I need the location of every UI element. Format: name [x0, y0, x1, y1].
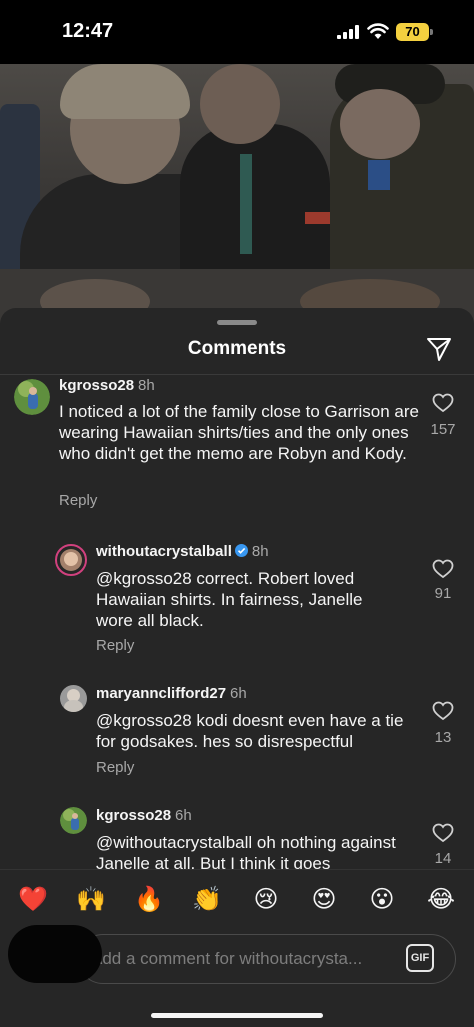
wifi-icon	[367, 23, 389, 39]
emoji-red-heart[interactable]: ❤️	[17, 884, 49, 914]
avatar[interactable]	[55, 544, 87, 576]
comment-header: withoutacrystalball 8h	[96, 543, 269, 560]
heart-icon[interactable]	[432, 559, 454, 579]
comment-username[interactable]: kgrosso28	[59, 377, 134, 394]
comment-text: I noticed a lot of the family close to G…	[59, 402, 420, 463]
comment-time: 8h	[138, 377, 155, 394]
comment-text: @withoutacrystalball oh nothing against …	[96, 833, 396, 869]
status-bar: 12:47 70	[0, 0, 474, 64]
comment-username[interactable]: withoutacrystalball	[96, 543, 232, 560]
emoji-surprised[interactable]: 😮	[366, 884, 398, 914]
comment-header: kgrosso28 6h	[96, 807, 192, 824]
reply-button[interactable]: Reply	[96, 637, 134, 654]
my-avatar[interactable]	[8, 925, 102, 983]
battery-level: 70	[396, 23, 429, 41]
screen: 12:47 70 Comments kgrosso28 8h I noticed…	[0, 0, 474, 1027]
emoji-fire[interactable]: 🔥	[133, 884, 165, 914]
like-count: 157	[430, 421, 456, 438]
comment-text: @kgrosso28 kodi doesnt even have a tie f…	[96, 711, 404, 751]
home-indicator[interactable]	[151, 1013, 323, 1018]
avatar[interactable]	[60, 685, 87, 712]
like-count: 91	[434, 585, 452, 602]
comment-time: 6h	[230, 685, 247, 702]
comment-username[interactable]: kgrosso28	[96, 807, 171, 824]
heart-icon[interactable]	[432, 393, 454, 413]
comments-list[interactable]: kgrosso28 8h I noticed a lot of the famil…	[0, 375, 474, 869]
comment-time: 8h	[251, 543, 269, 560]
heart-icon[interactable]	[432, 823, 454, 843]
comment-input-bar: GIF	[0, 925, 474, 1027]
battery-icon: 70	[396, 23, 434, 41]
comment-username[interactable]: maryannclifford27	[96, 685, 226, 702]
comment-header: maryannclifford27 6h	[96, 685, 247, 702]
emoji-tears-of-joy[interactable]: 😂	[425, 884, 457, 914]
emoji-raising-hands[interactable]: 🙌	[75, 884, 107, 914]
comment-time: 6h	[175, 807, 192, 824]
reply-button[interactable]: Reply	[59, 492, 97, 509]
comment-reply: maryannclifford27 6h @kgrosso28 kodi does…	[0, 681, 474, 791]
emoji-clapping[interactable]: 👏	[191, 884, 223, 914]
like-count: 14	[434, 850, 452, 867]
emoji-heart-eyes[interactable]: 😍	[308, 884, 340, 914]
comment-input[interactable]	[78, 934, 456, 984]
comment: kgrosso28 8h I noticed a lot of the famil…	[0, 375, 474, 525]
battery-cap	[430, 29, 433, 35]
sheet-grabber[interactable]	[217, 320, 257, 325]
reply-button[interactable]: Reply	[96, 759, 134, 776]
sheet-title: Comments	[187, 338, 287, 359]
verified-badge-icon	[234, 544, 248, 557]
comment-header: kgrosso28 8h	[59, 377, 155, 394]
emoji-reaction-bar: ❤️ 🙌 🔥 👏 😢 😍 😮 😂	[0, 869, 474, 931]
like-count: 13	[434, 729, 452, 746]
avatar[interactable]	[60, 807, 87, 834]
status-time: 12:47	[62, 20, 114, 42]
comment-reply: withoutacrystalball 8h @kgrosso28 correct…	[0, 539, 474, 669]
comment-text: @kgrosso28 correct. Robert loved Hawaiia…	[96, 569, 363, 630]
cellular-signal-icon	[337, 25, 359, 39]
video-background-photo	[0, 64, 474, 324]
comment-reply: kgrosso28 6h @withoutacrystalball oh noth…	[0, 803, 474, 869]
avatar[interactable]	[14, 379, 50, 415]
emoji-crying-face[interactable]: 😢	[250, 884, 282, 914]
heart-icon[interactable]	[432, 701, 454, 721]
gif-button[interactable]: GIF	[406, 944, 434, 972]
share-icon[interactable]	[425, 335, 453, 363]
